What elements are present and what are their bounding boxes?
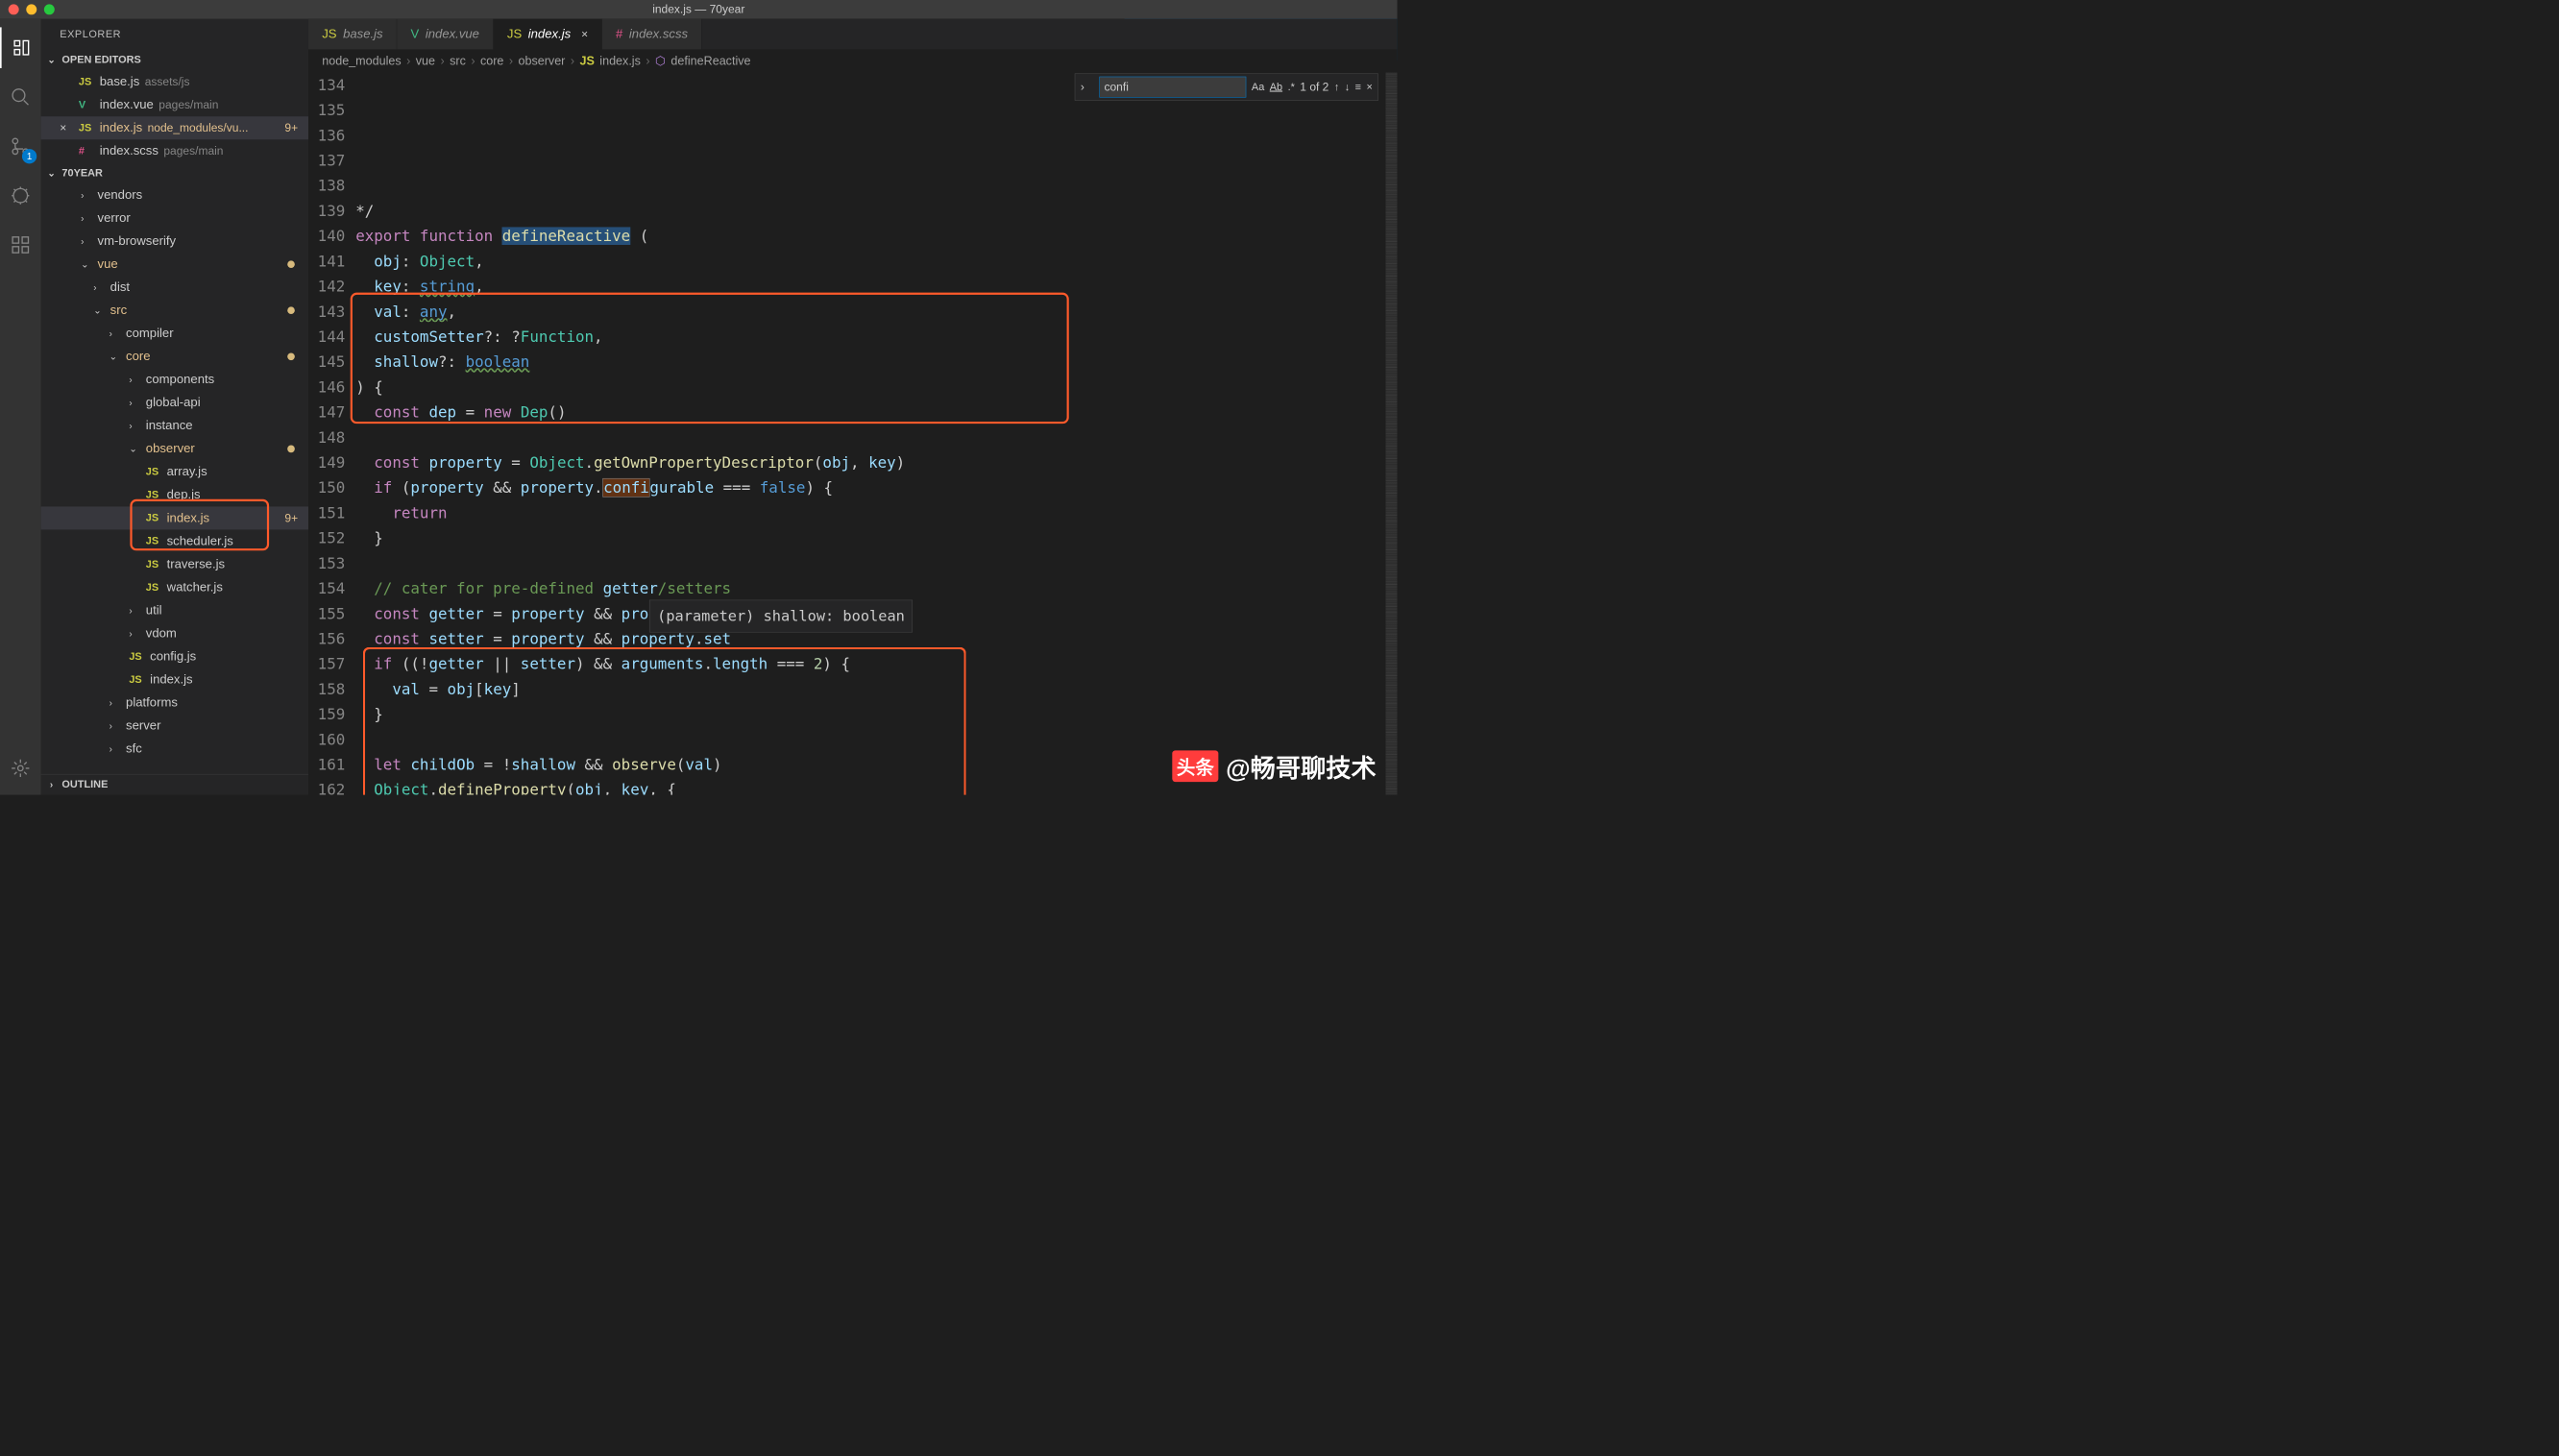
tree-folder[interactable]: ⌄observer	[41, 437, 308, 460]
js-file-icon: JS	[579, 54, 594, 68]
hover-tooltip: (parameter) shallow: boolean	[649, 600, 913, 633]
watermark: 头条 @畅哥聊技术	[1172, 748, 1376, 785]
tab-index-scss[interactable]: #index.scss	[602, 19, 702, 50]
tab-index-js[interactable]: JSindex.js×	[494, 19, 602, 50]
source-control-icon[interactable]: 1	[0, 126, 41, 167]
code-lines[interactable]: (parameter) shallow: boolean */export fu…	[355, 72, 1397, 794]
scm-badge: 1	[22, 149, 37, 163]
code-editor[interactable]: › Aa Ab .* 1 of 2 ↑ ↓ ≡ × 13413513613713…	[308, 72, 1397, 794]
tab-base-js[interactable]: JSbase.js	[308, 19, 397, 50]
tree-folder[interactable]: ›global-api	[41, 391, 308, 414]
js-file-icon: JS	[146, 512, 161, 524]
tree-folder[interactable]: ›dist	[41, 276, 308, 299]
problems-badge: 9+	[284, 121, 298, 134]
tree-file[interactable]: JSconfig.js	[41, 645, 308, 668]
open-editor-item[interactable]: × # index.scss pages/main	[41, 139, 308, 162]
modified-dot-icon	[287, 352, 295, 360]
tree-file[interactable]: JSarray.js	[41, 460, 308, 483]
window-controls	[9, 4, 55, 14]
scss-file-icon: #	[79, 145, 94, 158]
tree-folder[interactable]: ›compiler	[41, 322, 308, 345]
tree-file[interactable]: JSwatcher.js	[41, 576, 308, 599]
tree-folder[interactable]: ›vdom	[41, 622, 308, 645]
tab-index-vue[interactable]: Vindex.vue	[397, 19, 493, 50]
js-file-icon: JS	[129, 650, 144, 663]
tree-file[interactable]: JSdep.js	[41, 483, 308, 506]
minimap[interactable]	[1386, 72, 1398, 794]
watermark-logo: 头条	[1172, 750, 1218, 782]
sidebar: EXPLORER ⌄ OPEN EDITORS × JS base.js ass…	[41, 19, 308, 795]
titlebar: index.js — 70year	[0, 0, 1398, 19]
open-editors-list: × JS base.js assets/js × V index.vue pag…	[41, 70, 308, 162]
vue-file-icon: V	[411, 27, 420, 41]
minimize-window[interactable]	[26, 4, 37, 14]
js-file-icon: JS	[146, 558, 161, 570]
tree-folder[interactable]: ⌄vue	[41, 253, 308, 276]
tree-folder[interactable]: ›vm-browserify	[41, 230, 308, 253]
js-file-icon: JS	[129, 673, 144, 686]
js-file-icon: JS	[146, 489, 161, 501]
breadcrumb[interactable]: node_modules› vue› src› core› observer› …	[308, 49, 1397, 72]
tree-folder[interactable]: ›verror	[41, 206, 308, 230]
debug-icon[interactable]	[0, 175, 41, 216]
problems-badge: 9+	[284, 511, 298, 524]
line-numbers: 1341351361371381391401411421431441451461…	[308, 72, 355, 794]
js-file-icon: JS	[507, 27, 522, 41]
chevron-down-icon: ⌄	[45, 55, 58, 65]
editor-area: JSbase.js Vindex.vue JSindex.js× #index.…	[308, 19, 1397, 795]
maximize-window[interactable]	[44, 4, 55, 14]
tree-file[interactable]: JSindex.js9+	[41, 506, 308, 529]
tree-folder[interactable]: ⌄core	[41, 345, 308, 368]
modified-dot-icon	[287, 306, 295, 314]
js-file-icon: JS	[322, 27, 336, 41]
file-tree: ›vendors ›verror ›vm-browserify ⌄vue ›di…	[41, 183, 308, 774]
search-icon[interactable]	[0, 77, 41, 118]
js-file-icon: JS	[146, 581, 161, 594]
open-editors-header[interactable]: ⌄ OPEN EDITORS	[41, 49, 308, 70]
tree-file[interactable]: JSscheduler.js	[41, 529, 308, 552]
explorer-icon[interactable]	[0, 27, 41, 68]
window-title: index.js — 70year	[652, 3, 744, 16]
activity-bar: 1	[0, 19, 41, 795]
tree-folder[interactable]: ›components	[41, 368, 308, 391]
open-editor-item[interactable]: × JS index.js node_modules/vu... 9+	[41, 116, 308, 139]
open-editor-item[interactable]: × V index.vue pages/main	[41, 93, 308, 116]
outline-header[interactable]: › OUTLINE	[41, 774, 308, 795]
js-file-icon: JS	[79, 76, 94, 88]
tree-file[interactable]: JSindex.js	[41, 668, 308, 692]
settings-icon[interactable]	[0, 748, 41, 789]
project-header[interactable]: ⌄ 70YEAR	[41, 162, 308, 183]
js-file-icon: JS	[146, 535, 161, 547]
tab-bar: JSbase.js Vindex.vue JSindex.js× #index.…	[308, 19, 1397, 50]
close-icon[interactable]: ×	[581, 27, 588, 40]
open-editor-item[interactable]: × JS base.js assets/js	[41, 70, 308, 93]
sidebar-title: EXPLORER	[41, 19, 308, 50]
tree-folder[interactable]: ›server	[41, 715, 308, 738]
js-file-icon: JS	[79, 122, 94, 134]
modified-dot-icon	[287, 446, 295, 453]
scss-file-icon: #	[616, 27, 622, 41]
tree-folder[interactable]: ›sfc	[41, 738, 308, 761]
tree-folder[interactable]: ›instance	[41, 414, 308, 437]
tree-folder[interactable]: ⌄src	[41, 299, 308, 322]
vue-file-icon: V	[79, 99, 94, 111]
symbol-icon: ⬡	[655, 54, 666, 68]
chevron-right-icon: ›	[45, 779, 58, 789]
close-icon[interactable]: ×	[60, 121, 73, 134]
tree-file[interactable]: JStraverse.js	[41, 552, 308, 575]
tree-folder[interactable]: ›vendors	[41, 183, 308, 206]
tree-folder[interactable]: ›platforms	[41, 692, 308, 715]
extensions-icon[interactable]	[0, 225, 41, 266]
chevron-down-icon: ⌄	[45, 167, 58, 178]
close-window[interactable]	[9, 4, 19, 14]
modified-dot-icon	[287, 260, 295, 268]
js-file-icon: JS	[146, 466, 161, 478]
tree-folder[interactable]: ›util	[41, 599, 308, 622]
